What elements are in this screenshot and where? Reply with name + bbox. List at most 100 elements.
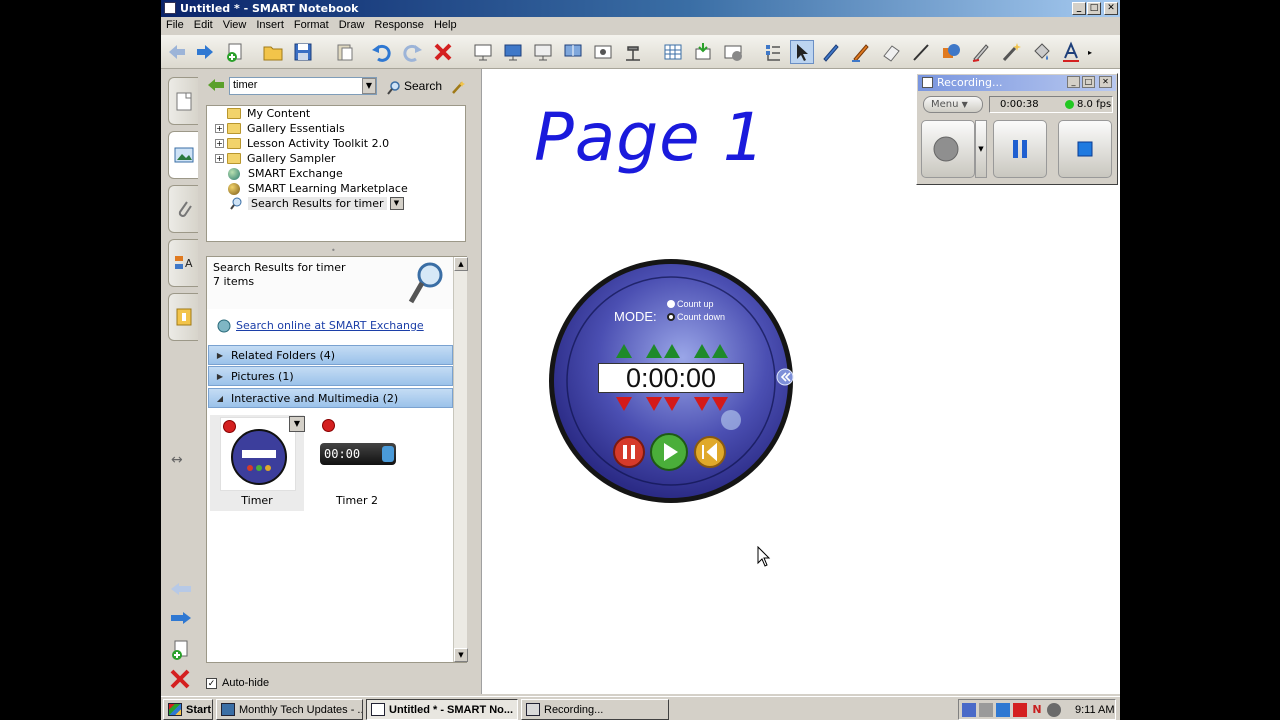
- menu-help[interactable]: Help: [429, 17, 462, 31]
- min-down-arrow-icon[interactable]: [664, 397, 680, 411]
- ten-sec-up-arrow-icon[interactable]: [694, 344, 710, 358]
- recorder-close-button[interactable]: ✕: [1099, 76, 1112, 88]
- tree-item-menu-chevron-icon[interactable]: ▼: [389, 197, 404, 210]
- fill-icon[interactable]: [1029, 40, 1053, 64]
- screen-capture-icon[interactable]: [591, 40, 615, 64]
- add-ons-tab[interactable]: [168, 293, 198, 341]
- collapse-widget-icon[interactable]: [776, 368, 794, 386]
- delete-icon[interactable]: [431, 40, 455, 64]
- task-monthly-tech-updates[interactable]: Monthly Tech Updates - ...: [216, 699, 363, 720]
- menu-draw[interactable]: Draw: [334, 17, 370, 31]
- autohide-row[interactable]: ✓ Auto-hide: [206, 677, 269, 689]
- play-icon[interactable]: [649, 432, 689, 472]
- category-pictures[interactable]: ▶ Pictures (1): [208, 366, 453, 386]
- tree-item-smart-exchange[interactable]: SMART Exchange: [215, 166, 343, 181]
- line-icon[interactable]: [909, 40, 933, 64]
- gallery-item-timer-2[interactable]: 00:00 Timer 2: [310, 415, 404, 511]
- properties-icon[interactable]: [761, 40, 785, 64]
- hour-down-arrow-icon[interactable]: [616, 397, 632, 411]
- expand-icon[interactable]: +: [215, 124, 224, 133]
- ten-sec-down-arrow-icon[interactable]: [694, 397, 710, 411]
- task-smart-notebook[interactable]: Untitled * - SMART No...: [366, 699, 518, 720]
- sec-down-arrow-icon[interactable]: [712, 397, 728, 411]
- gallery-tools-wand-icon[interactable]: [451, 80, 465, 94]
- hour-up-arrow-icon[interactable]: [616, 344, 632, 358]
- full-screen-icon[interactable]: [501, 40, 525, 64]
- category-related-folders[interactable]: ▶ Related Folders (4): [208, 345, 453, 365]
- creative-pen-icon[interactable]: [849, 40, 873, 64]
- tree-item-search-results[interactable]: Search Results for timer ▼: [215, 196, 404, 211]
- minimize-button[interactable]: _: [1072, 2, 1086, 15]
- search-icon[interactable]: [387, 81, 401, 95]
- menu-format[interactable]: Format: [289, 17, 334, 31]
- tree-item-my-content[interactable]: My Content: [215, 106, 310, 121]
- tray-sync-icon[interactable]: [1047, 702, 1061, 717]
- search-button[interactable]: Search: [404, 79, 442, 93]
- sec-up-arrow-icon[interactable]: [712, 344, 728, 358]
- table-icon[interactable]: [661, 40, 685, 64]
- document-camera-icon[interactable]: [621, 40, 645, 64]
- notebook-page-canvas[interactable]: Page 1 MODE: Count up Count down 0:00:00…: [481, 69, 1120, 694]
- recorder-minimize-button[interactable]: _: [1067, 76, 1080, 88]
- autohide-checkbox[interactable]: ✓: [206, 677, 217, 689]
- shapes-icon[interactable]: [939, 40, 963, 64]
- splitter-handle[interactable]: •: [331, 246, 336, 255]
- pen-icon[interactable]: [819, 40, 843, 64]
- page-sorter-tab[interactable]: [168, 77, 198, 125]
- gallery-tab[interactable]: [168, 131, 198, 179]
- search-online-link[interactable]: Search online at SMART Exchange: [236, 319, 424, 332]
- add-attachment-icon[interactable]: [691, 40, 715, 64]
- recorder-maximize-button[interactable]: □: [1082, 76, 1095, 88]
- menu-file[interactable]: File: [161, 17, 189, 31]
- attachments-tab[interactable]: [168, 185, 198, 233]
- menu-edit[interactable]: Edit: [189, 17, 218, 31]
- maximize-button[interactable]: □: [1087, 2, 1101, 15]
- tray-display-icon[interactable]: [979, 702, 993, 717]
- record-button[interactable]: [921, 120, 975, 178]
- redo-icon[interactable]: [401, 40, 425, 64]
- transparent-background-icon[interactable]: [531, 40, 555, 64]
- tree-item-gallery-essentials[interactable]: + Gallery Essentials: [215, 121, 345, 136]
- stop-recording-button[interactable]: [1058, 120, 1112, 178]
- text-icon[interactable]: [1059, 40, 1083, 64]
- ten-min-down-arrow-icon[interactable]: [646, 397, 662, 411]
- reset-icon[interactable]: [693, 435, 727, 469]
- save-icon[interactable]: [291, 40, 315, 64]
- pause-icon[interactable]: [612, 435, 646, 469]
- toolbar-overflow-icon[interactable]: ▸: [1085, 40, 1095, 64]
- tray-z-icon[interactable]: [996, 702, 1010, 717]
- shape-recognition-pen-icon[interactable]: [969, 40, 993, 64]
- side-back-arrow-icon[interactable]: [169, 581, 193, 600]
- side-forward-arrow-icon[interactable]: [169, 610, 193, 629]
- back-arrow-icon[interactable]: [165, 40, 189, 64]
- eraser-icon[interactable]: [879, 40, 903, 64]
- resize-panel-icon[interactable]: ↔: [171, 452, 183, 468]
- tray-network-icon[interactable]: [962, 702, 976, 717]
- tree-item-lesson-activity-toolkit[interactable]: + Lesson Activity Toolkit 2.0: [215, 136, 389, 151]
- count-up-option[interactable]: Count up: [667, 299, 714, 309]
- expand-icon[interactable]: +: [215, 139, 224, 148]
- insert-media-icon[interactable]: [721, 40, 745, 64]
- screen-shade-icon[interactable]: [471, 40, 495, 64]
- start-button[interactable]: Start: [163, 699, 213, 720]
- ten-min-up-arrow-icon[interactable]: [646, 344, 662, 358]
- open-folder-icon[interactable]: [261, 40, 285, 64]
- scroll-down-icon[interactable]: ▼: [454, 648, 468, 662]
- close-button[interactable]: ✕: [1104, 2, 1118, 15]
- timer-widget[interactable]: MODE: Count up Count down 0:00:00: [546, 255, 796, 507]
- gallery-item-timer[interactable]: ▼ Timer: [210, 415, 305, 511]
- gallery-back-arrow-icon[interactable]: [207, 78, 225, 92]
- menu-view[interactable]: View: [218, 17, 252, 31]
- menu-response[interactable]: Response: [369, 17, 429, 31]
- item-menu-chevron-icon[interactable]: ▼: [289, 416, 305, 432]
- results-scrollbar[interactable]: ▲ ▼: [453, 257, 468, 662]
- category-interactive-multimedia[interactable]: ◢ Interactive and Multimedia (2): [208, 388, 453, 408]
- task-recording[interactable]: Recording...: [521, 699, 669, 720]
- dual-page-icon[interactable]: [561, 40, 585, 64]
- paste-icon[interactable]: [333, 40, 357, 64]
- expand-icon[interactable]: +: [215, 154, 224, 163]
- tree-item-gallery-sampler[interactable]: + Gallery Sampler: [215, 151, 335, 166]
- select-pointer-icon[interactable]: [790, 40, 814, 64]
- forward-arrow-icon[interactable]: [193, 40, 217, 64]
- search-dropdown-chevron-icon[interactable]: ▼: [362, 78, 376, 94]
